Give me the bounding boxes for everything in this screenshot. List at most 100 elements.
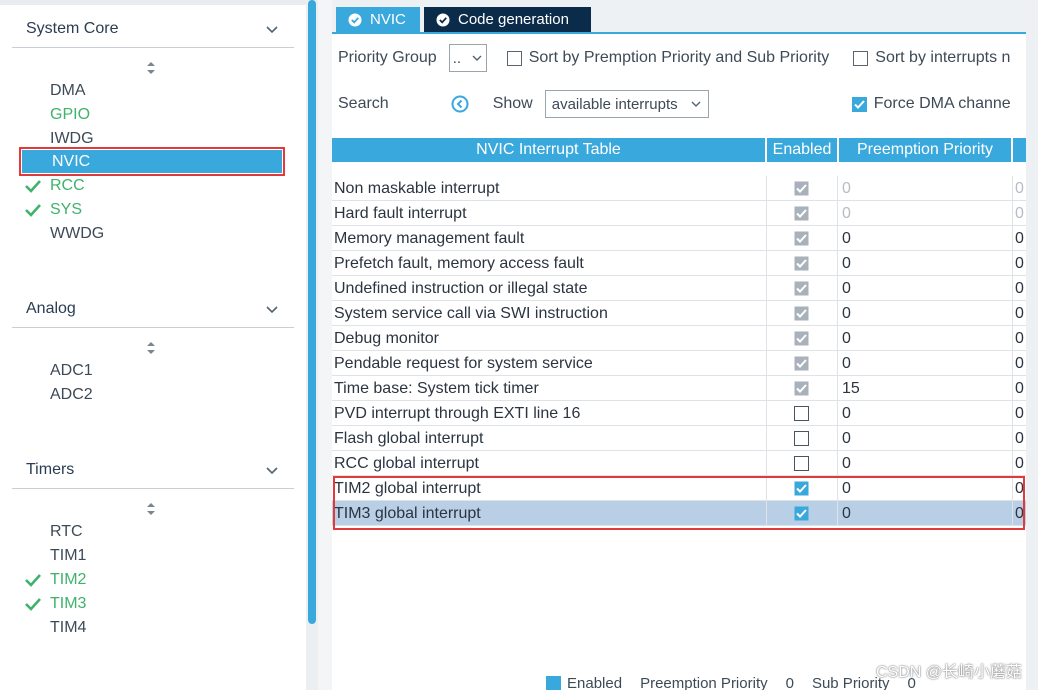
checkbox-checked-disabled-icon — [794, 206, 809, 221]
column-header-name[interactable]: NVIC Interrupt Table — [332, 138, 765, 162]
sidebar-item-dma[interactable]: DMA — [20, 79, 282, 102]
sidebar-item-tim1[interactable]: TIM1 — [20, 544, 282, 567]
sort-arrows-icon[interactable] — [144, 341, 158, 355]
sort-arrows-icon[interactable] — [144, 61, 158, 75]
sort-interrupts-checkbox[interactable] — [853, 50, 869, 66]
table-row[interactable]: Memory management fault 0 0 — [332, 226, 1026, 251]
sidebar-item-label: TIM3 — [50, 594, 87, 612]
table-row[interactable]: Hard fault interrupt 0 0 — [332, 201, 1026, 226]
sub-priority-cell[interactable]: 0 — [1012, 451, 1026, 476]
preemption-priority-cell[interactable]: 0 — [837, 276, 1011, 301]
preemption-priority-cell[interactable]: 0 — [837, 176, 1011, 201]
preemption-priority-cell[interactable]: 0 — [837, 426, 1011, 451]
interrupt-name: Debug monitor — [334, 329, 439, 347]
table-row[interactable]: PVD interrupt through EXTI line 16 0 0 — [332, 401, 1026, 426]
enabled-checkbox — [766, 226, 836, 251]
column-header-preemption[interactable]: Preemption Priority — [839, 138, 1011, 162]
sub-priority-cell[interactable]: 0 — [1012, 201, 1026, 226]
enabled-checkbox — [766, 251, 836, 276]
enabled-checkbox[interactable] — [766, 451, 836, 476]
sidebar-item-tim3[interactable]: TIM3 — [20, 592, 282, 615]
priority-group-row: Priority Group .. Sort by Premption Prio… — [338, 43, 1010, 73]
table-row[interactable]: Time base: System tick timer 15 0 — [332, 376, 1026, 401]
section-header-timers[interactable]: Timers — [12, 451, 294, 489]
show-select[interactable]: available interrupts — [544, 90, 709, 118]
check-icon — [25, 179, 41, 193]
chevron-down-icon[interactable] — [264, 301, 280, 317]
sidebar-item-adc1[interactable]: ADC1 — [20, 359, 282, 382]
enabled-checkbox[interactable] — [766, 401, 836, 426]
sidebar-item-label: NVIC — [52, 152, 91, 170]
sub-priority-cell[interactable]: 0 — [1012, 326, 1026, 351]
preemption-priority-cell[interactable]: 0 — [837, 451, 1011, 476]
table-row[interactable]: Pendable request for system service 0 0 — [332, 351, 1026, 376]
sub-priority-cell[interactable]: 0 — [1012, 176, 1026, 201]
section-title: System Core — [26, 19, 119, 37]
preemption-priority-cell[interactable]: 0 — [837, 226, 1011, 251]
sidebar-item-sys[interactable]: SYS — [20, 198, 282, 221]
sort-arrows-icon[interactable] — [144, 502, 158, 516]
table-row[interactable]: System service call via SWI instruction 0… — [332, 301, 1026, 326]
checkbox-checked-disabled-icon — [794, 181, 809, 196]
table-row[interactable]: Debug monitor 0 0 — [332, 326, 1026, 351]
tab-code-generation[interactable]: Code generation — [424, 7, 591, 32]
priority-group-value: .. — [452, 49, 462, 67]
tab-bar: NVIC Code generation — [332, 0, 1026, 34]
table-row[interactable]: RCC global interrupt 0 0 — [332, 451, 1026, 476]
sub-priority-cell[interactable]: 0 — [1012, 251, 1026, 276]
table-row[interactable]: Undefined instruction or illegal state 0 0 — [332, 276, 1026, 301]
sidebar-item-adc2[interactable]: ADC2 — [20, 383, 282, 406]
checkbox-checked-disabled-icon — [794, 306, 809, 321]
show-value: available interrupts — [551, 95, 678, 113]
panel-divider[interactable] — [318, 0, 332, 690]
check-icon — [854, 99, 865, 109]
sidebar-scrollbar-thumb[interactable] — [308, 0, 316, 624]
preemption-priority-cell[interactable]: 0 — [837, 251, 1011, 276]
preemption-priority-cell[interactable]: 0 — [837, 301, 1011, 326]
sub-priority-cell[interactable]: 0 — [1012, 276, 1026, 301]
interrupt-name: Hard fault interrupt — [334, 204, 467, 222]
chevron-down-icon[interactable] — [264, 21, 280, 37]
sidebar-item-nvic[interactable]: NVIC — [19, 147, 285, 176]
sidebar-item-wwdg[interactable]: WWDG — [20, 222, 282, 245]
sub-priority-cell[interactable]: 0 — [1012, 426, 1026, 451]
priority-group-select[interactable]: .. — [448, 44, 487, 72]
sub-priority-cell[interactable]: 0 — [1012, 376, 1026, 401]
sidebar-item-iwdg[interactable]: IWDG — [20, 127, 282, 150]
sub-priority-cell[interactable]: 0 — [1012, 401, 1026, 426]
chevron-down-icon[interactable] — [264, 462, 280, 478]
tab-nvic[interactable]: NVIC — [336, 7, 420, 32]
preemption-priority-cell[interactable]: 0 — [837, 201, 1011, 226]
sub-priority-cell[interactable]: 0 — [1012, 351, 1026, 376]
force-dma-checkbox[interactable] — [851, 96, 867, 112]
sub-priority-cell[interactable]: 0 — [1012, 226, 1026, 251]
right-scrollbar[interactable] — [1026, 0, 1038, 690]
bottom-preemption-select[interactable]: 0 — [786, 676, 794, 690]
preemption-priority-cell[interactable]: 0 — [837, 401, 1011, 426]
sub-priority-cell[interactable]: 0 — [1012, 301, 1026, 326]
sort-premption-checkbox[interactable] — [506, 50, 522, 66]
preemption-priority-cell[interactable]: 0 — [837, 351, 1011, 376]
sidebar-item-tim4[interactable]: TIM4 — [20, 616, 282, 639]
table-row[interactable]: Prefetch fault, memory access fault 0 0 — [332, 251, 1026, 276]
table-row[interactable]: Non maskable interrupt 0 0 — [332, 176, 1026, 201]
enabled-checkbox[interactable] — [766, 426, 836, 451]
preemption-priority-cell[interactable]: 0 — [837, 326, 1011, 351]
table-row[interactable]: Flash global interrupt 0 0 — [332, 426, 1026, 451]
interrupt-name: Prefetch fault, memory access fault — [334, 254, 584, 272]
section-header-analog[interactable]: Analog — [12, 290, 294, 328]
sidebar-item-tim2[interactable]: TIM2 — [20, 568, 282, 591]
interrupt-name: Memory management fault — [334, 229, 525, 247]
table-header: NVIC Interrupt Table Enabled Preemption … — [332, 138, 1026, 162]
preemption-priority-cell[interactable]: 15 — [837, 376, 1011, 401]
force-dma-label: Force DMA channe — [873, 95, 1011, 112]
section-header-system-core[interactable]: System Core — [12, 10, 294, 48]
sidebar-item-rcc[interactable]: RCC — [20, 174, 282, 197]
checkbox-checked-disabled-icon — [794, 381, 809, 396]
checkbox-checked-disabled-icon — [794, 256, 809, 271]
search-go-icon[interactable] — [451, 95, 469, 113]
column-header-enabled[interactable]: Enabled — [767, 138, 837, 162]
bottom-enabled-checkbox[interactable] — [546, 676, 561, 690]
sidebar-item-rtc[interactable]: RTC — [20, 520, 282, 543]
sidebar-item-gpio[interactable]: GPIO — [20, 103, 282, 126]
